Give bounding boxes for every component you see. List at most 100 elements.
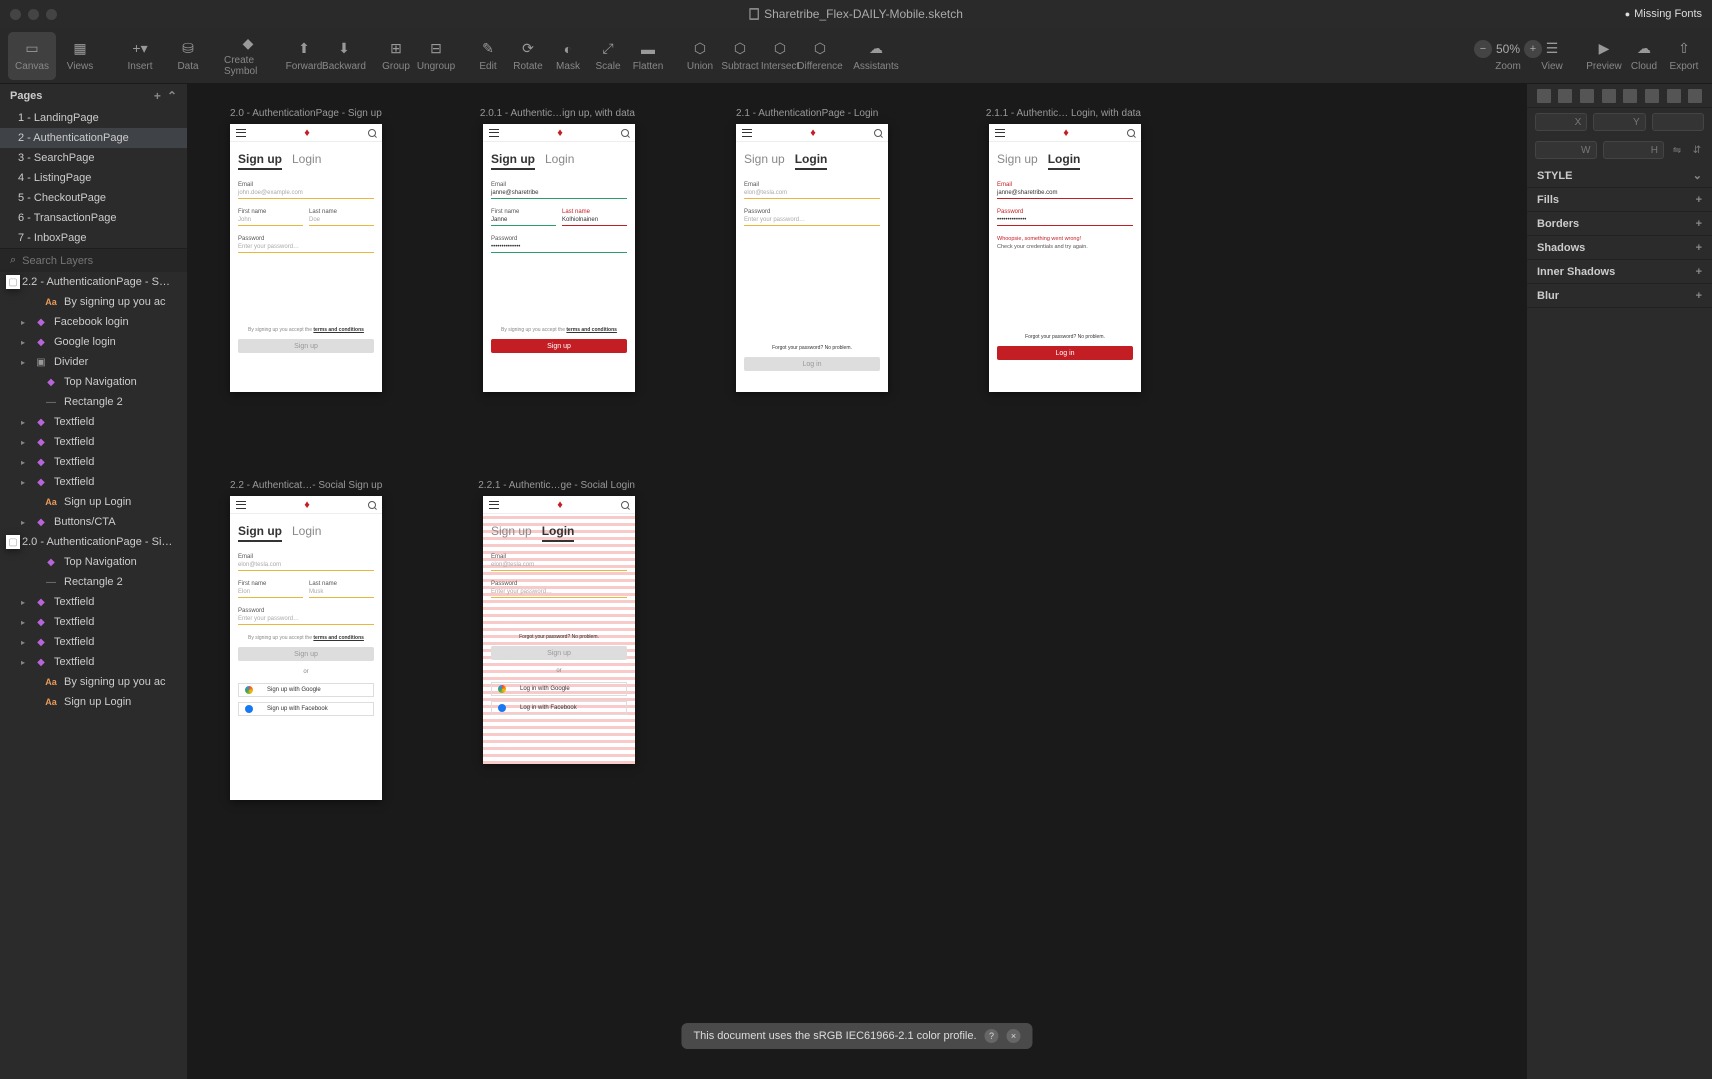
distribute-v-icon[interactable] [1688,89,1702,103]
artboard-label[interactable]: 2.2 - Authenticat…- Social Sign up [230,480,382,491]
chevron-down-icon[interactable]: ⌄ [1693,169,1702,182]
disclosure-icon[interactable]: ▸ [18,418,28,427]
artboard-label[interactable]: 2.1 - AuthenticationPage - Login [736,108,878,119]
artboard-label[interactable]: 2.1.1 - Authentic… Login, with data [986,108,1141,119]
layer-artboard[interactable]: ▾▢2.2 - AuthenticationPage - S… [0,272,187,292]
layer-row[interactable]: ▸◆Textfield [0,612,187,632]
page-item[interactable]: 2 - AuthenticationPage [0,128,187,148]
intersect[interactable]: ⬡Intersect [760,32,800,80]
view[interactable]: ☰View [1532,32,1572,80]
add-border-icon[interactable]: + [1696,218,1702,230]
flip-h-icon[interactable]: ⇋ [1670,145,1684,156]
disclosure-icon[interactable]: ▸ [18,438,28,447]
layer-row[interactable]: ◆Top Navigation [0,552,187,572]
layer-row[interactable]: —Rectangle 2 [0,572,187,592]
artboard-login-data[interactable]: 2.1.1 - Authentic… Login, with data ♦ Si… [989,124,1141,392]
w-field[interactable]: W [1535,141,1597,159]
page-item[interactable]: 3 - SearchPage [0,148,187,168]
cloud[interactable]: ☁Cloud [1624,32,1664,80]
assistants[interactable]: ☁Assistants [852,32,900,80]
align-top-icon[interactable] [1602,89,1616,103]
backward[interactable]: ⬇Backward [324,32,364,80]
layer-row[interactable]: AaBy signing up you ac [0,672,187,692]
layer-row[interactable]: ▸◆Textfield [0,472,187,492]
align-hcenter-icon[interactable] [1558,89,1572,103]
layer-row[interactable]: ▸▣Divider [0,352,187,372]
page-item[interactable]: 6 - TransactionPage [0,208,187,228]
disclosure-icon[interactable]: ▸ [18,638,28,647]
close-banner-icon[interactable]: × [1007,1029,1021,1043]
zoom-control[interactable]: −50%+ Zoom [1484,32,1532,80]
page-item[interactable]: 7 - InboxPage [0,228,187,248]
disclosure-icon[interactable]: ▸ [18,658,28,667]
layer-row[interactable]: AaSign up Login [0,692,187,712]
layer-row[interactable]: ▸◆Buttons/CTA [0,512,187,532]
add-inner-shadow-icon[interactable]: + [1696,266,1702,278]
close-window[interactable] [10,9,21,20]
subtract[interactable]: ⬡Subtract [720,32,760,80]
disclosure-icon[interactable]: ▸ [18,338,28,347]
layer-row[interactable]: ▸◆Textfield [0,452,187,472]
inner-shadows-section[interactable]: Inner Shadows+ [1527,260,1712,284]
artboard-signup[interactable]: 2.0 - AuthenticationPage - Sign up ♦ Sig… [230,124,382,392]
disclosure-icon[interactable]: ▸ [18,598,28,607]
scale[interactable]: ⤢Scale [588,32,628,80]
disclosure-icon[interactable]: ▸ [18,358,28,367]
info-icon[interactable]: ? [985,1029,999,1043]
collapse-pages-icon[interactable]: ⌃ [167,89,177,103]
flatten[interactable]: ▬Flatten [628,32,668,80]
layer-artboard[interactable]: ▾▢2.0 - AuthenticationPage - Si… [0,532,187,552]
layer-row[interactable]: ◆Top Navigation [0,372,187,392]
create-symbol[interactable]: ◆Create Symbol [224,32,272,80]
layer-row[interactable]: ▸◆Google login [0,332,187,352]
artboard-signup-data[interactable]: 2.0.1 - Authentic…ign up, with data ♦ Si… [483,124,635,392]
x-field[interactable]: X [1535,113,1587,131]
add-page-icon[interactable]: + [154,89,161,103]
edit[interactable]: ✎Edit [468,32,508,80]
layer-row[interactable]: ▸◆Facebook login [0,312,187,332]
missing-fonts-badge[interactable]: Missing Fonts [1625,8,1702,20]
zoom-out[interactable]: − [1474,40,1492,58]
forward[interactable]: ⬆Forward [284,32,324,80]
disclosure-icon[interactable]: ▸ [18,518,28,527]
disclosure-icon[interactable]: ▸ [18,478,28,487]
page-item[interactable]: 1 - LandingPage [0,108,187,128]
views-tool[interactable]: ▦Views [56,32,104,80]
artboard-label[interactable]: 2.2.1 - Authentic…ge - Social Login [478,480,635,491]
fills-section[interactable]: Fills+ [1527,188,1712,212]
artboard-label[interactable]: 2.0 - AuthenticationPage - Sign up [230,108,382,119]
rot-field[interactable] [1652,113,1704,131]
distribute-h-icon[interactable] [1667,89,1681,103]
layer-row[interactable]: —Rectangle 2 [0,392,187,412]
artboard-social-login[interactable]: 2.2.1 - Authentic…ge - Social Login ♦ Si… [483,496,635,764]
add-shadow-icon[interactable]: + [1696,242,1702,254]
page-item[interactable]: 4 - ListingPage [0,168,187,188]
disclosure-icon[interactable]: ▸ [18,318,28,327]
page-item[interactable]: 5 - CheckoutPage [0,188,187,208]
search-input[interactable] [22,255,177,267]
layer-row[interactable]: ▸◆Textfield [0,592,187,612]
h-field[interactable]: H [1603,141,1665,159]
add-fill-icon[interactable]: + [1696,194,1702,206]
ungroup[interactable]: ⊟Ungroup [416,32,456,80]
borders-section[interactable]: Borders+ [1527,212,1712,236]
blur-section[interactable]: Blur+ [1527,284,1712,308]
shadows-section[interactable]: Shadows+ [1527,236,1712,260]
canvas-tool[interactable]: ▭Canvas [8,32,56,80]
add-blur-icon[interactable]: + [1696,290,1702,302]
flip-v-icon[interactable]: ⇵ [1690,145,1704,156]
insert-tool[interactable]: +▾Insert [116,32,164,80]
disclosure-icon[interactable]: ▸ [18,618,28,627]
mask[interactable]: ◐Mask [548,32,588,80]
union[interactable]: ⬡Union [680,32,720,80]
data-tool[interactable]: ⛁Data [164,32,212,80]
layer-row[interactable]: AaSign up Login [0,492,187,512]
group[interactable]: ⊞Group [376,32,416,80]
align-left-icon[interactable] [1537,89,1551,103]
zoom-window[interactable] [46,9,57,20]
align-vcenter-icon[interactable] [1623,89,1637,103]
layer-row[interactable]: ▸◆Textfield [0,412,187,432]
layer-row[interactable]: ▸◆Textfield [0,432,187,452]
artboard-login[interactable]: 2.1 - AuthenticationPage - Login ♦ Sign … [736,124,888,392]
difference[interactable]: ⬡Difference [800,32,840,80]
